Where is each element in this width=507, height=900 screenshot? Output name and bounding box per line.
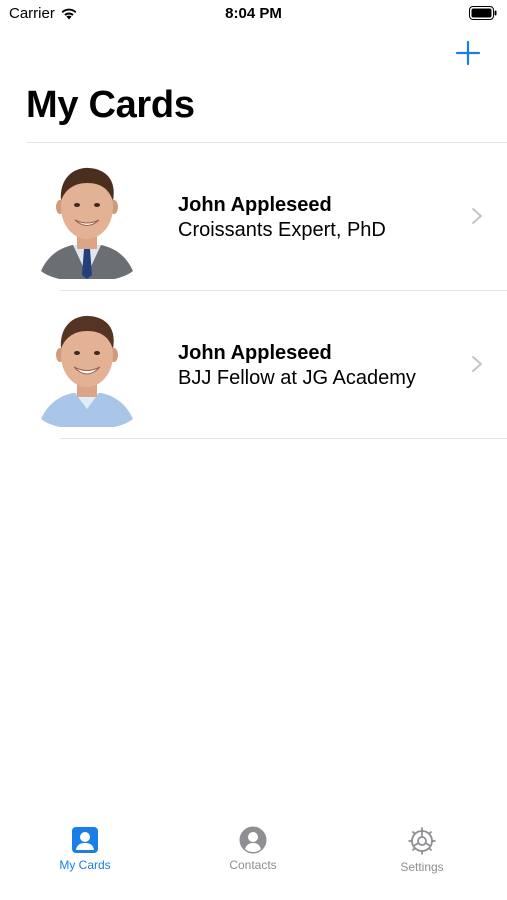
- avatar: [39, 163, 135, 282]
- card-name: John Appleseed: [178, 194, 332, 216]
- battery-icon: [469, 6, 497, 25]
- person-card-icon: [72, 827, 98, 853]
- tab-bar: My Cards Contacts Settings: [0, 816, 507, 900]
- card-subtitle: Croissants Expert, PhD: [178, 219, 386, 241]
- tab-settings[interactable]: Settings: [362, 826, 482, 874]
- card-subtitle: BJJ Fellow at JG Academy: [178, 367, 416, 389]
- page-title: My Cards: [26, 84, 195, 126]
- chevron-right-icon: [472, 208, 482, 224]
- avatar: [39, 311, 135, 430]
- tab-label: Settings: [400, 860, 444, 874]
- card-row[interactable]: John Appleseed Croissants Expert, PhD: [0, 143, 507, 291]
- card-list: John Appleseed Croissants Expert, PhD Jo…: [0, 143, 507, 439]
- add-card-button[interactable]: [455, 40, 481, 66]
- plus-icon: [455, 40, 481, 66]
- chevron-right-icon: [472, 356, 482, 372]
- person-circle-icon: [239, 826, 267, 854]
- tab-label: Contacts: [229, 858, 277, 872]
- row-divider: [60, 438, 507, 439]
- tab-my-cards[interactable]: My Cards: [25, 826, 145, 872]
- gear-icon: [408, 827, 436, 855]
- card-name: John Appleseed: [178, 342, 332, 364]
- card-row[interactable]: John Appleseed BJJ Fellow at JG Academy: [0, 291, 507, 439]
- tab-label: My Cards: [59, 858, 111, 872]
- tab-contacts[interactable]: Contacts: [193, 826, 313, 872]
- clock: 8:04 PM: [225, 5, 282, 22]
- status-bar: Carrier 8:04 PM: [0, 0, 507, 28]
